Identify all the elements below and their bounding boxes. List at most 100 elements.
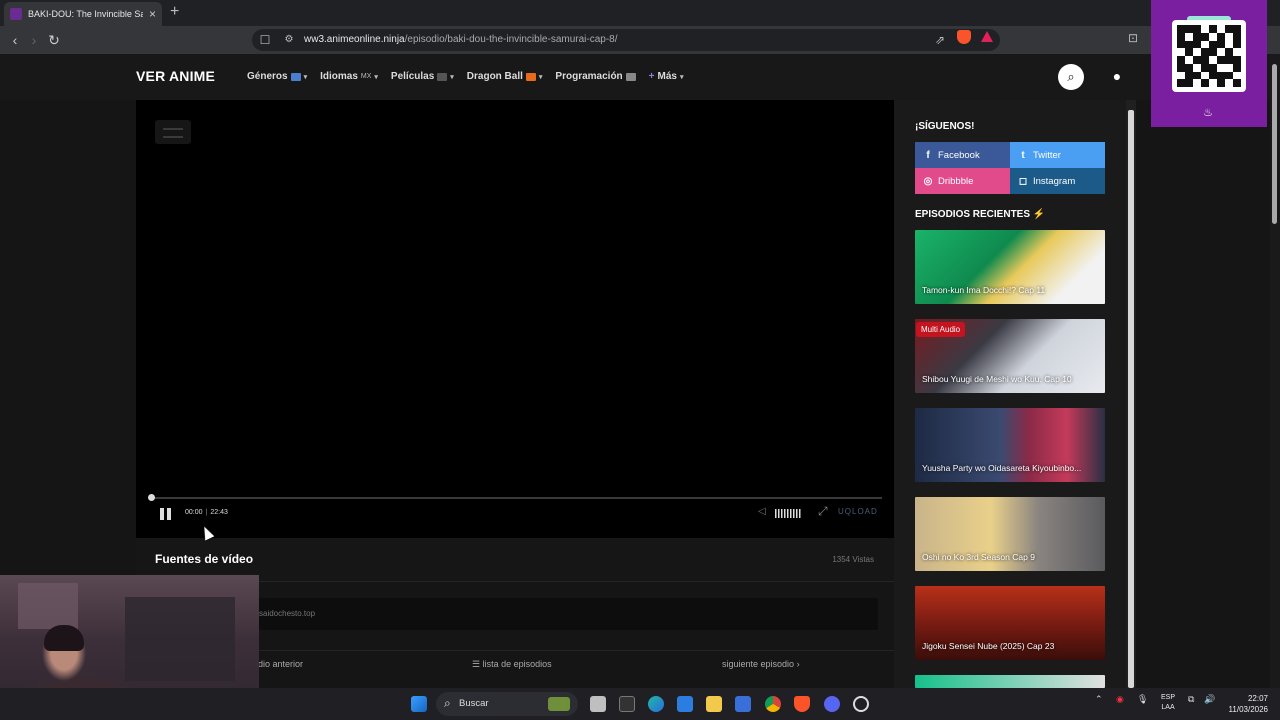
episode-title: Tamon-kun Ima Docchi!? Cap 11 [922, 285, 1046, 295]
peliculas-emoji-icon [437, 72, 448, 81]
nav-idiomas[interactable]: Idiomas MX ▾ [320, 71, 378, 82]
qr-module [1185, 25, 1193, 33]
language-indicator[interactable]: ESP LAA [1161, 693, 1175, 713]
fullscreen-icon[interactable]: ⤢ [818, 504, 828, 519]
player-brand[interactable]: UQLOAD [838, 507, 878, 516]
qr-module [1209, 32, 1217, 41]
episode-card[interactable]: Tamon-kun Ima Docchi!? Cap 11 [915, 230, 1105, 304]
taskbar-search[interactable]: ⌕ Buscar [436, 692, 578, 716]
dribbble-icon: ◎ [923, 175, 933, 187]
qr-module [1209, 25, 1217, 33]
address-bar[interactable]: ☐ ⚙ ww3.animeonline.ninja/episodio/baki-… [252, 29, 1000, 51]
calculator-icon[interactable] [735, 696, 751, 712]
qr-module [1185, 56, 1193, 64]
episode-card[interactable]: Yuusha Party wo Oidasareta Kiyoubinbo... [915, 408, 1105, 482]
chrome-icon[interactable] [765, 696, 781, 712]
volume-icon[interactable]: ◁ [758, 506, 766, 517]
discord-icon[interactable] [824, 696, 840, 712]
qr-module [1185, 40, 1193, 49]
scrollbar-thumb[interactable] [1128, 110, 1134, 688]
forward-button[interactable]: › [25, 31, 43, 49]
reload-button[interactable]: ↻ [45, 31, 63, 49]
qr-module [1225, 32, 1233, 41]
list-icon: ☰ [472, 659, 483, 669]
dribbble-button[interactable]: ◎ Dribbble [915, 168, 1010, 194]
search-button[interactable]: ⌕ [1058, 64, 1084, 90]
qr-code [1172, 20, 1246, 92]
episode-card[interactable] [915, 675, 1105, 688]
episode-card[interactable]: Multi Audio Shibou Yuugi de Meshi wo Kuu… [915, 319, 1105, 393]
progress-bar[interactable] [148, 494, 882, 501]
browser-tab-active[interactable]: BAKI-DOU: The Invincible Samurai × [4, 2, 162, 26]
qr-module [1217, 25, 1225, 33]
qr-module [1201, 40, 1209, 49]
back-button[interactable]: ‹ [6, 31, 24, 49]
search-highlight-icon [548, 697, 570, 711]
microphone-icon[interactable]: 🎙 [1137, 694, 1148, 705]
lightning-icon: ⚡ [1032, 209, 1046, 220]
share-icon[interactable]: ⇗ [932, 32, 948, 48]
nav-mas[interactable]: + Más ▾ [649, 71, 684, 82]
windows-start-icon[interactable] [411, 696, 427, 712]
app-icon[interactable] [853, 696, 869, 712]
episode-card[interactable]: Jigoku Sensei Nube (2025) Cap 23 [915, 586, 1105, 660]
nav-programacion[interactable]: Programación [555, 71, 636, 82]
qr-module [1201, 71, 1209, 80]
tray-chevron-icon[interactable]: ⌃ [1095, 694, 1103, 705]
brave-rewards-icon[interactable] [981, 31, 993, 42]
edge-icon[interactable] [648, 696, 664, 712]
video-player[interactable]: 00:00 | 22:43 ◁ ⤢ UQLOAD [136, 100, 894, 538]
url-text[interactable]: ww3.animeonline.ninja/episodio/baki-dou-… [304, 34, 618, 45]
sidebar-toggle-icon[interactable]: ⊡ [1126, 31, 1140, 45]
qr-module [1225, 25, 1233, 33]
brave-icon[interactable] [794, 696, 810, 712]
network-icon[interactable]: ⧉ [1188, 694, 1194, 705]
site-header: VER ANIME Géneros ▾ Idiomas MX ▾ Películas ▾… [0, 54, 1270, 100]
nav-dragon-ball[interactable]: Dragon Ball ▾ [467, 71, 543, 82]
sidebar-scrollbar[interactable] [1126, 100, 1136, 688]
qr-module [1201, 56, 1209, 64]
browser-toolbar: ‹ › ↻ ☐ ⚙ ww3.animeonline.ninja/episodio… [0, 26, 1280, 54]
qr-module [1233, 48, 1241, 56]
facebook-button[interactable]: f Facebook [915, 142, 1010, 168]
pause-icon[interactable] [160, 508, 172, 520]
twitter-button[interactable]: t Twitter [1010, 142, 1105, 168]
qr-module [1233, 79, 1241, 87]
tab-close-icon[interactable]: × [149, 8, 156, 20]
episode-list-link[interactable]: ☰ lista de episodios [472, 659, 552, 670]
previous-episode-link[interactable]: dio anterior [258, 659, 303, 669]
site-logo[interactable]: VER ANIME [136, 68, 215, 84]
bookmark-icon[interactable]: ☐ [257, 32, 273, 48]
site-info-icon[interactable]: ⚙ [281, 32, 297, 48]
episode-card[interactable]: Oshi no Ko 3rd Season Cap 9 [915, 497, 1105, 571]
tray-app-icon[interactable]: ◉ [1116, 694, 1124, 705]
next-episode-link[interactable]: siguiente episodio › [722, 659, 800, 669]
video-source-option[interactable]: saidochesto.top [155, 598, 878, 630]
qr-module [1209, 40, 1217, 49]
epic-games-icon[interactable] [619, 696, 635, 712]
nav-generos[interactable]: Géneros ▾ [247, 71, 307, 82]
brave-shields-icon[interactable] [957, 30, 971, 44]
speaker-icon[interactable]: 🔊 [1204, 694, 1215, 705]
qr-module [1201, 63, 1209, 72]
qr-module [1209, 79, 1217, 87]
notepad-icon[interactable] [677, 696, 693, 712]
volume-slider[interactable] [775, 509, 802, 518]
chevron-down-icon: ▾ [538, 73, 543, 81]
task-view-icon[interactable] [590, 696, 606, 712]
file-explorer-icon[interactable] [706, 696, 722, 712]
user-account-icon[interactable]: ● [1108, 67, 1126, 85]
nav-peliculas[interactable]: Películas ▾ [391, 71, 454, 82]
qr-module [1177, 71, 1185, 80]
qr-module [1185, 63, 1193, 72]
qr-module [1177, 79, 1185, 87]
qr-module [1217, 56, 1225, 64]
new-tab-button[interactable]: + [170, 4, 179, 20]
scrollbar-thumb[interactable] [1272, 64, 1277, 224]
system-clock[interactable]: 22:07 11/03/2026 [1222, 693, 1268, 715]
instagram-button[interactable]: ◻ Instagram [1010, 168, 1105, 194]
progress-handle[interactable] [148, 494, 155, 501]
page-scrollbar[interactable] [1270, 54, 1280, 688]
qr-module [1185, 32, 1193, 41]
qr-module [1233, 25, 1241, 33]
